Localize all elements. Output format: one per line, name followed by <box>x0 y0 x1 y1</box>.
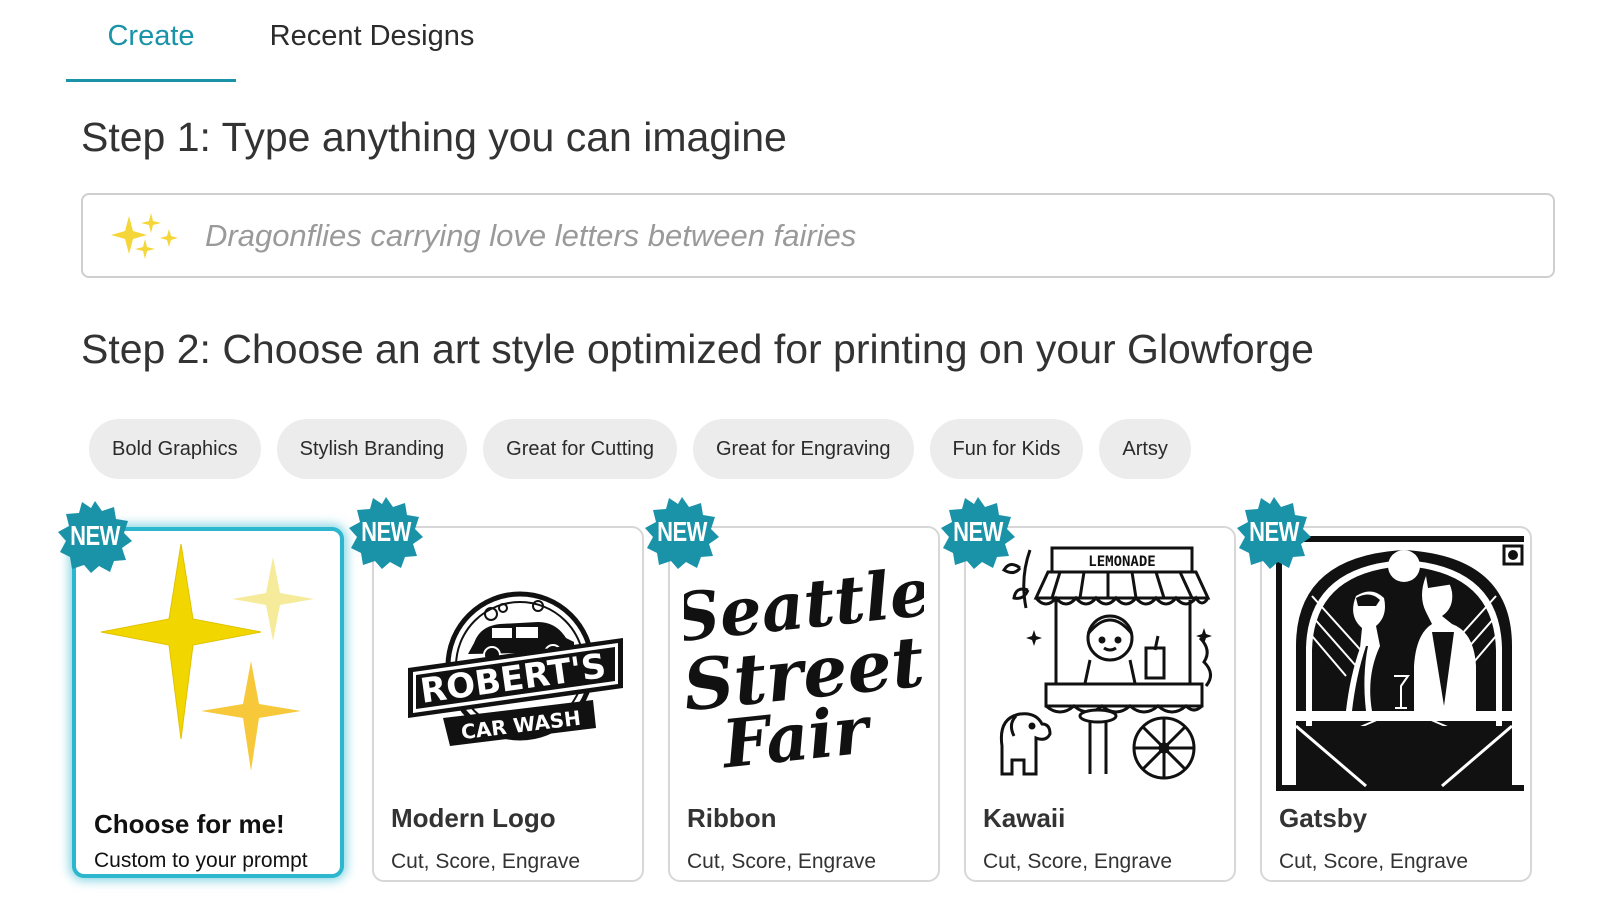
card-subtitle: Cut, Score, Engrave <box>687 850 877 873</box>
style-card-modern-logo[interactable]: ROBERT'S CAR WASH Modern Logo Cut, Score… <box>372 526 644 882</box>
tab-recent-designs[interactable]: Recent Designs <box>236 0 498 82</box>
chip-fun-for-kids[interactable]: Fun for Kids <box>929 419 1084 479</box>
new-badge-label: NEW <box>1249 515 1299 547</box>
step2-heading: Step 2: Choose an art style optimized fo… <box>81 326 1314 372</box>
chip-great-for-cutting[interactable]: Great for Cutting <box>483 419 677 479</box>
card-subtitle: Cut, Score, Engrave <box>1279 850 1469 873</box>
card-title: Choose for me! <box>94 809 285 839</box>
card-image-text: Fair <box>717 690 876 783</box>
new-badge-label: NEW <box>953 515 1003 547</box>
chip-artsy[interactable]: Artsy <box>1099 419 1191 479</box>
new-badge-label: NEW <box>361 515 411 547</box>
tab-bar: Create Recent Designs <box>66 0 498 82</box>
card-subtitle: Cut, Score, Engrave <box>983 850 1173 873</box>
prompt-input[interactable] <box>205 217 1505 254</box>
script-lettering-image: Seattle Street Fair <box>684 553 924 784</box>
style-card-gatsby[interactable]: Gatsby Cut, Score, Engrave <box>1260 526 1532 882</box>
new-badge: NEW <box>941 495 1015 569</box>
style-filter-chips: Bold Graphics Stylish Branding Great for… <box>89 419 1191 479</box>
card-subtitle: Custom to your prompt <box>94 849 308 872</box>
tab-create[interactable]: Create <box>66 0 236 82</box>
card-title: Modern Logo <box>391 803 556 833</box>
sparkles-icon <box>100 543 314 771</box>
car-wash-logo-image: ROBERT'S CAR WASH <box>408 591 623 746</box>
new-badge: NEW <box>58 499 132 573</box>
chip-great-for-engraving[interactable]: Great for Engraving <box>693 419 914 479</box>
card-title: Kawaii <box>983 803 1066 833</box>
style-card-kawaii[interactable]: LEMONADE Kawaii Cut, Score, Engrave <box>964 526 1236 882</box>
chip-stylish-branding[interactable]: Stylish Branding <box>276 419 468 479</box>
card-title: Gatsby <box>1279 803 1368 833</box>
prompt-field[interactable] <box>81 193 1555 278</box>
new-badge: NEW <box>349 495 423 569</box>
sparkles-icon <box>111 212 178 259</box>
chip-bold-graphics[interactable]: Bold Graphics <box>89 419 261 479</box>
step1-heading: Step 1: Type anything you can imagine <box>81 114 787 160</box>
new-badge: NEW <box>645 495 719 569</box>
new-badge-label: NEW <box>70 519 120 551</box>
style-card-ribbon[interactable]: Seattle Street Fair Ribbon Cut, Score, E… <box>668 526 940 882</box>
card-subtitle: Cut, Score, Engrave <box>391 850 581 873</box>
card-title: Ribbon <box>687 803 777 833</box>
lemonade-stand-image: LEMONADE <box>999 546 1212 780</box>
card-image-text: LEMONADE <box>1088 554 1155 570</box>
new-badge-label: NEW <box>657 515 707 547</box>
new-badge: NEW <box>1237 495 1311 569</box>
